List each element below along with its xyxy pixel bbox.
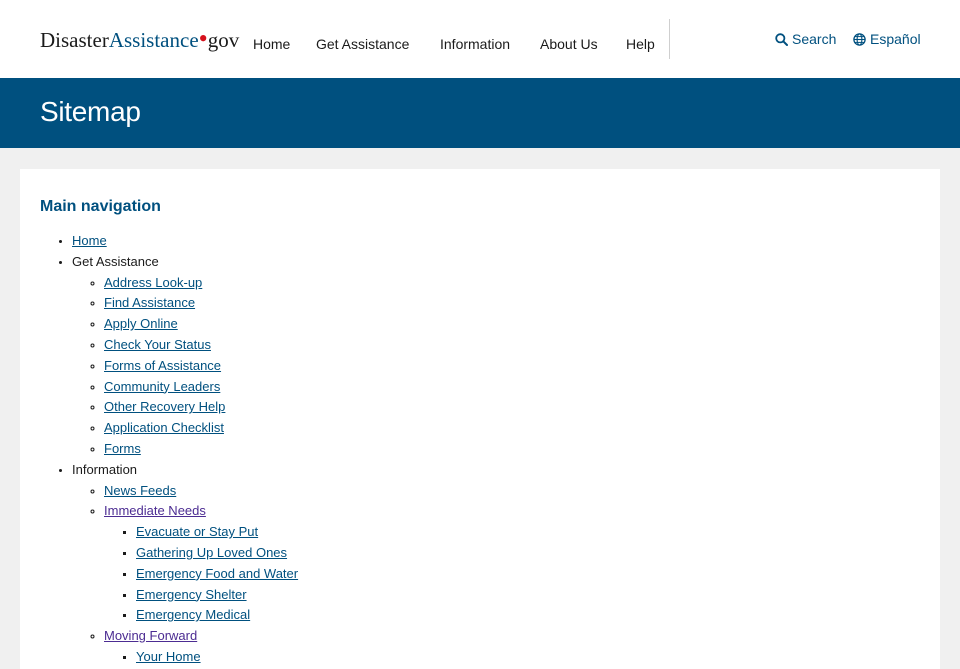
list-item: Moving Forward Your Home [104,626,298,668]
list-item: Get Assistance Address Look-up Find Assi… [72,252,298,460]
list-item: Home [72,231,298,252]
logo-word-gov: gov [207,28,240,52]
link-gathering-up-loved-ones[interactable]: Gathering Up Loved Ones [136,545,287,560]
list-item: Application Checklist [104,418,298,439]
list-item: Address Look-up [104,273,298,294]
primary-nav: Home Get Assistance Information About Us… [253,36,666,52]
link-address-look-up[interactable]: Address Look-up [104,275,202,290]
list-item: Apply Online [104,314,298,335]
sitemap-list: Home Get Assistance Address Look-up Find… [40,231,298,668]
link-community-leaders[interactable]: Community Leaders [104,379,220,394]
language-label: Español [870,31,921,47]
link-your-home[interactable]: Your Home [136,649,201,664]
link-application-checklist[interactable]: Application Checklist [104,420,224,435]
sitemap-card: Main navigation Home Get Assistance Addr… [20,169,940,669]
link-forms-of-assistance[interactable]: Forms of Assistance [104,358,221,373]
list-item: News Feeds [104,481,298,502]
nav-about-us[interactable]: About Us [540,36,626,52]
nav-help[interactable]: Help [626,36,666,52]
section-heading: Main navigation [40,198,161,215]
link-find-assistance[interactable]: Find Assistance [104,295,195,310]
page-banner: Sitemap [0,78,960,148]
language-link[interactable]: Español [853,31,921,47]
logo-dot: • [198,24,208,53]
nav-home[interactable]: Home [253,36,316,52]
search-label: Search [792,31,837,47]
list-item: Emergency Medical [136,605,298,626]
search-icon [775,32,788,46]
list-item: Emergency Food and Water [136,564,298,585]
nav-get-assistance[interactable]: Get Assistance [316,36,440,52]
link-emergency-medical[interactable]: Emergency Medical [136,607,250,622]
nav-information[interactable]: Information [440,36,540,52]
link-news-feeds[interactable]: News Feeds [104,483,176,498]
logo-word-disaster: Disaster [40,28,109,52]
logo-word-assistance: Assistance [108,28,199,52]
list-item: Community Leaders [104,377,298,398]
link-forms[interactable]: Forms [104,441,141,456]
search-link[interactable]: Search [775,31,836,47]
link-emergency-food-and-water[interactable]: Emergency Food and Water [136,566,298,581]
site-logo[interactable]: DisasterAssistance•gov [40,26,240,53]
get-assistance-sublist: Address Look-up Find Assistance Apply On… [72,273,298,460]
link-moving-forward[interactable]: Moving Forward [104,628,197,643]
page-title: Sitemap [40,96,141,127]
immediate-needs-sublist: Evacuate or Stay Put Gathering Up Loved … [104,522,298,626]
list-item: Gathering Up Loved Ones [136,543,298,564]
link-emergency-shelter[interactable]: Emergency Shelter [136,587,247,602]
group-label-get-assistance: Get Assistance [72,253,159,269]
list-item: Immediate Needs Evacuate or Stay Put Gat… [104,501,298,626]
list-item: Check Your Status [104,335,298,356]
link-immediate-needs[interactable]: Immediate Needs [104,503,206,518]
group-label-information: Information [72,461,138,477]
site-header: DisasterAssistance•gov Home Get Assistan… [0,0,960,78]
list-item: Your Home [136,647,298,668]
link-home[interactable]: Home [72,233,107,248]
globe-icon [853,32,866,46]
list-item: Forms [104,439,298,460]
link-evacuate-or-stay-put[interactable]: Evacuate or Stay Put [136,524,258,539]
header-divider [669,19,670,59]
list-item: Find Assistance [104,293,298,314]
list-item: Forms of Assistance [104,356,298,377]
information-sublist: News Feeds Immediate Needs Evacuate or S… [72,481,298,668]
list-item: Other Recovery Help [104,397,298,418]
moving-forward-sublist: Your Home [104,647,298,668]
list-item: Emergency Shelter [136,585,298,606]
link-other-recovery-help[interactable]: Other Recovery Help [104,399,225,414]
link-apply-online[interactable]: Apply Online [104,316,178,331]
list-item: Evacuate or Stay Put [136,522,298,543]
list-item: Information News Feeds Immediate Needs E… [72,460,298,668]
link-check-your-status[interactable]: Check Your Status [104,337,211,352]
